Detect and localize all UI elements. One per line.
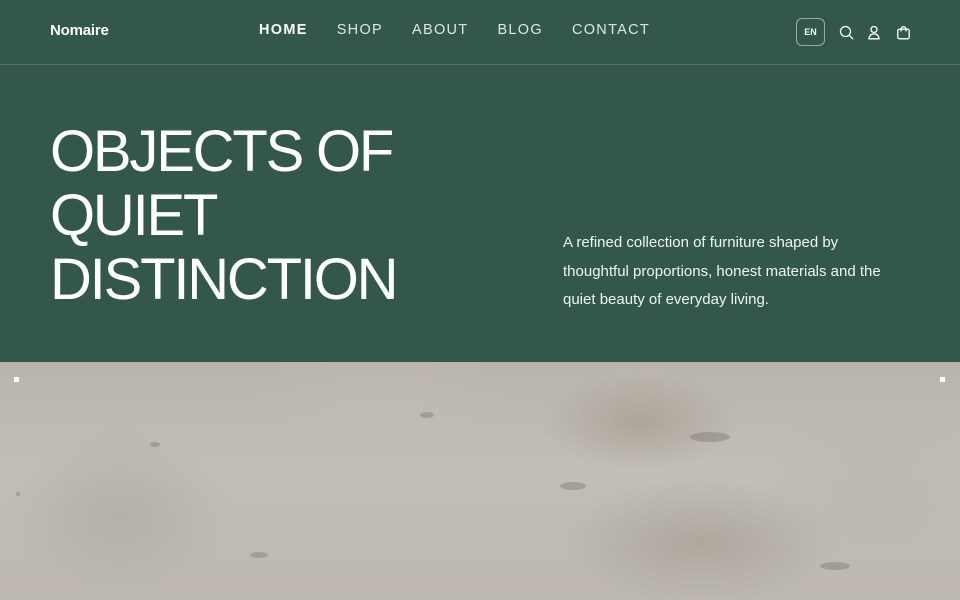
texture-speck [420,412,434,418]
hero-title: OBJECTS OF QUIET DISTINCTION [50,120,470,312]
nav-item-home[interactable]: HOME [259,22,308,38]
language-selector[interactable]: EN [796,18,825,46]
slider-marker [14,377,19,382]
nav-item-about[interactable]: ABOUT [412,22,468,38]
nav-item-shop[interactable]: SHOP [337,22,383,38]
search-icon[interactable] [838,24,854,40]
site-header: Nomaire HOME SHOP ABOUT BLOG CONTACT EN [0,0,960,65]
main-nav: HOME SHOP ABOUT BLOG CONTACT [259,22,650,38]
nav-item-contact[interactable]: CONTACT [572,22,650,38]
texture-speck [560,482,586,490]
texture-speck [16,492,20,496]
texture-speck [150,442,160,447]
site-logo[interactable]: Nomaire [50,22,109,39]
texture-speck [250,552,268,558]
slider-marker [940,377,945,382]
cart-icon[interactable] [895,24,911,40]
nav-item-blog[interactable]: BLOG [497,22,543,38]
texture-speck [820,562,850,570]
texture-speck [690,432,730,442]
hero-description: A refined collection of furniture shaped… [563,234,881,308]
hero-title-line: QUIET [50,183,218,248]
hero-title-line: OBJECTS OF [50,119,394,184]
hero-title-line: DISTINCTION [50,247,399,312]
hero-banner-image [0,362,960,600]
account-icon[interactable] [866,24,882,40]
